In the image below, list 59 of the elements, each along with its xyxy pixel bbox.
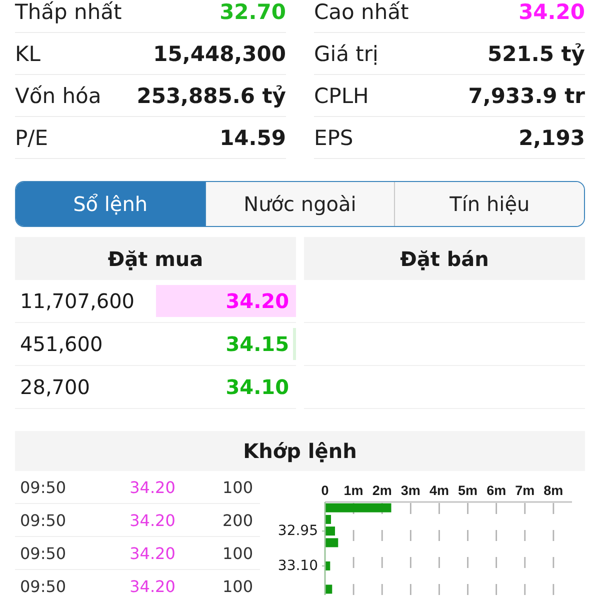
trade-time: 09:50 (20, 576, 66, 596)
order-row[interactable]: 451,600 34.15 (15, 323, 296, 366)
stat-value: 34.20 (518, 0, 585, 24)
stat-value: 521.5 tỷ (488, 42, 585, 66)
axis-tick-label: 3m (400, 483, 420, 498)
column-header: Đặt bán (304, 237, 585, 280)
order-volume: 28,700 (20, 375, 90, 399)
order-row[interactable]: 28,700 34.10 (15, 366, 296, 409)
order-price: 34.20 (226, 289, 289, 313)
chart-bar (325, 514, 331, 524)
trade-price: 34.20 (130, 544, 176, 562)
trade-volume: 100 (222, 478, 253, 496)
stat-value: 7,933.9 tr (468, 84, 585, 108)
stat-value: 14.59 (220, 126, 286, 150)
stat-label: Thấp nhất (15, 0, 122, 24)
trade-volume: 100 (222, 544, 253, 562)
order-price: 34.10 (226, 375, 289, 399)
trade-price: 34.20 (130, 510, 176, 530)
trade-price: 34.20 (130, 478, 176, 496)
stat-label: KL (15, 42, 40, 66)
axis-tick-label: 4m (429, 483, 449, 498)
stat-value: 2,193 (518, 126, 585, 150)
axis-tick-label: 7m (515, 483, 535, 498)
tab[interactable]: Tín hiệu (394, 182, 584, 226)
stat-value: 253,885.6 tỷ (136, 84, 286, 108)
order-price: 34.15 (226, 332, 289, 356)
section-header: Khớp lệnh (15, 431, 585, 471)
order-row[interactable]: 11,707,600 34.20 (15, 280, 296, 323)
stat-label: CPLH (314, 84, 369, 108)
trade-price: 34.20 (130, 576, 176, 596)
order-volume: 11,707,600 (20, 289, 135, 313)
stat-value: 32.70 (220, 0, 286, 24)
stat-label: Giá trị (314, 42, 378, 66)
stat-value: 15,448,300 (153, 42, 286, 66)
stat-label: Vốn hóa (15, 84, 102, 108)
order-volume: 451,600 (20, 332, 103, 356)
tab[interactable]: Nước ngoài (204, 182, 394, 226)
trade-time: 09:50 (20, 544, 66, 562)
axis-tick-label: 32.95 (278, 523, 318, 540)
trade-time: 09:50 (20, 478, 66, 496)
stat-label: EPS (314, 126, 354, 150)
axis-tick-label: 8m (544, 483, 564, 498)
axis-tick-label: 2m (372, 483, 392, 498)
chart-bar (325, 561, 330, 570)
axis-tick-label: 6m (486, 483, 506, 498)
trade-volume: 100 (222, 576, 253, 596)
chart-bar (325, 503, 392, 512)
column-header: Đặt mua (15, 237, 296, 280)
axis-tick-label: 33.10 (278, 558, 318, 574)
tab[interactable]: Sổ lệnh (16, 182, 205, 226)
axis-tick-label: 0 (321, 483, 329, 498)
chart-bar (325, 526, 335, 536)
axis-tick-label: 1m (344, 483, 364, 498)
stat-label: P/E (15, 126, 48, 150)
axis-tick-label: 5m (458, 483, 478, 498)
trade-time: 09:50 (20, 510, 66, 530)
stat-label: Cao nhất (314, 0, 409, 24)
trade-volume: 200 (222, 510, 253, 530)
chart-bar (325, 538, 338, 548)
